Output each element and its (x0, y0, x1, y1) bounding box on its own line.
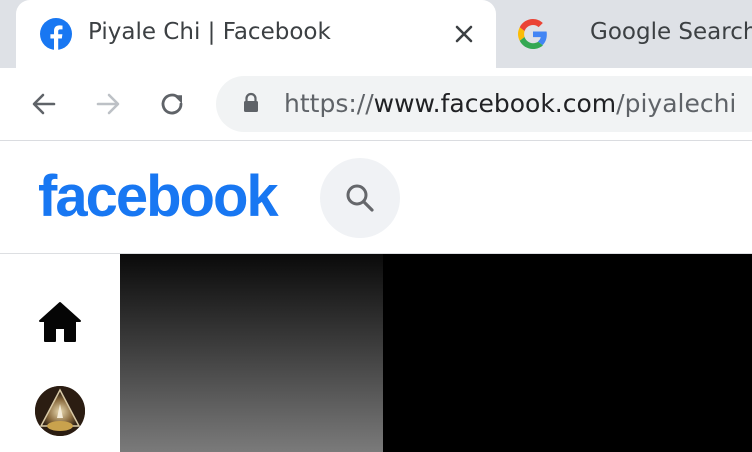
browser-toolbar: https://www.facebook.com/piyalechi (0, 68, 752, 141)
address-bar[interactable]: https://www.facebook.com/piyalechi (216, 76, 752, 132)
tab-strip: Piyale Chi | Facebook Google Search - (0, 0, 752, 68)
tab-title: Google Search - (590, 19, 752, 45)
avatar-image (35, 386, 85, 436)
google-favicon (518, 19, 547, 49)
left-nav (0, 254, 120, 452)
cover-photo-left (120, 254, 383, 452)
cover-media (120, 254, 752, 452)
search-icon (346, 184, 374, 212)
back-arrow-icon[interactable] (28, 88, 60, 120)
avatar[interactable] (35, 386, 85, 436)
url-scheme: https:// (284, 89, 374, 118)
forward-arrow-icon[interactable] (92, 88, 124, 120)
home-icon[interactable] (38, 300, 82, 344)
facebook-favicon (40, 18, 72, 50)
address-url: https://www.facebook.com/piyalechi (284, 89, 736, 118)
cover-photo-right (383, 254, 752, 452)
url-host: www.facebook.com (373, 89, 617, 118)
search-button[interactable] (320, 158, 400, 238)
tab-facebook[interactable]: Piyale Chi | Facebook (16, 0, 496, 68)
lock-icon[interactable] (240, 92, 262, 114)
tab-google-search[interactable]: Google Search - (500, 0, 752, 68)
url-path: /piyalechi (616, 89, 737, 118)
close-icon[interactable] (452, 22, 476, 46)
tab-title: Piyale Chi | Facebook (88, 19, 331, 45)
facebook-logo[interactable]: facebook (38, 163, 279, 230)
facebook-header: facebook (0, 141, 752, 254)
reload-icon[interactable] (156, 88, 188, 120)
